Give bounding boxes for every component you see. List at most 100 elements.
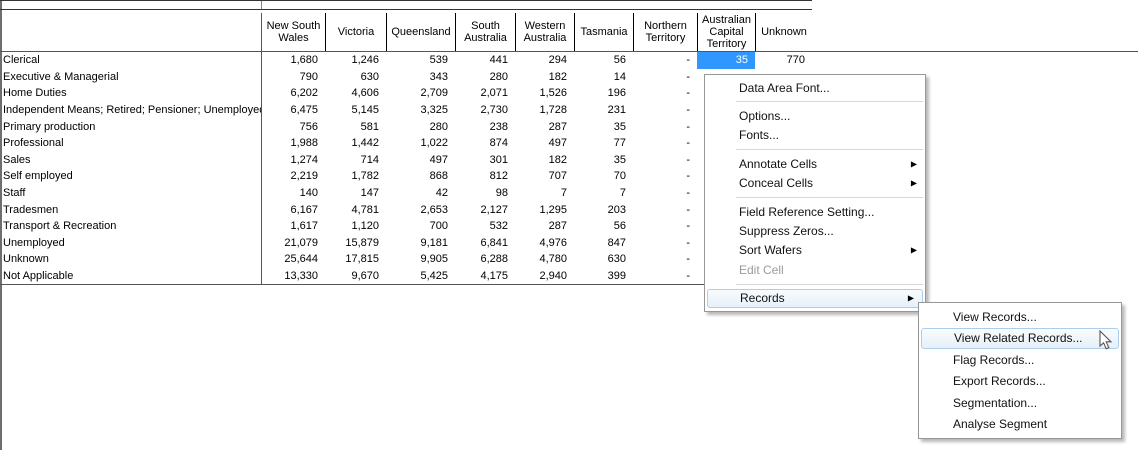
table-cell[interactable]: 9,905 — [386, 251, 455, 268]
table-cell[interactable]: 2,127 — [455, 201, 515, 218]
table-cell[interactable]: - — [633, 218, 697, 235]
row-label[interactable]: Staff — [0, 185, 262, 202]
column-header[interactable]: South Australia — [455, 13, 515, 51]
table-cell[interactable]: 9,670 — [325, 268, 386, 285]
table-cell[interactable]: 25,644 — [262, 251, 325, 268]
column-header[interactable]: Northern Territory — [633, 13, 697, 51]
table-cell[interactable]: - — [633, 135, 697, 152]
table-cell[interactable]: 812 — [455, 168, 515, 185]
table-cell[interactable]: - — [633, 152, 697, 169]
menu-item[interactable]: Conceal Cells▶ — [705, 174, 925, 193]
table-cell[interactable]: 2,940 — [515, 268, 574, 285]
menu-item[interactable]: Suppress Zeros... — [705, 221, 925, 240]
table-cell[interactable]: 13,330 — [262, 268, 325, 285]
menu-item[interactable]: Annotate Cells▶ — [705, 154, 925, 173]
table-cell[interactable]: 6,167 — [262, 201, 325, 218]
table-cell[interactable]: 287 — [515, 218, 574, 235]
table-cell[interactable]: - — [633, 118, 697, 135]
table-cell[interactable]: 5,145 — [325, 102, 386, 119]
table-cell[interactable]: 770 — [755, 52, 812, 69]
table-cell[interactable]: 1,022 — [386, 135, 455, 152]
table-cell[interactable]: 874 — [455, 135, 515, 152]
table-cell[interactable]: 196 — [574, 85, 633, 102]
menu-item[interactable]: Options... — [705, 106, 925, 125]
table-cell[interactable]: 280 — [455, 69, 515, 86]
table-cell[interactable]: 756 — [262, 118, 325, 135]
menu-item[interactable]: Field Reference Setting... — [705, 202, 925, 221]
table-cell[interactable]: 238 — [455, 118, 515, 135]
table-cell[interactable]: - — [633, 52, 697, 69]
table-cell[interactable]: - — [633, 69, 697, 86]
table-cell[interactable]: 21,079 — [262, 235, 325, 252]
table-cell[interactable]: 3,325 — [386, 102, 455, 119]
table-cell[interactable]: 868 — [386, 168, 455, 185]
table-cell[interactable]: 6,475 — [262, 102, 325, 119]
table-cell[interactable]: 35 — [574, 118, 633, 135]
table-cell[interactable]: 1,526 — [515, 85, 574, 102]
table-cell[interactable]: 630 — [325, 69, 386, 86]
column-header[interactable]: Unknown — [755, 13, 812, 51]
table-cell[interactable]: - — [633, 185, 697, 202]
table-cell[interactable]: - — [633, 85, 697, 102]
table-cell[interactable]: 399 — [574, 268, 633, 285]
table-cell[interactable]: 2,730 — [455, 102, 515, 119]
table-cell[interactable]: 441 — [455, 52, 515, 69]
row-label[interactable]: Unknown — [0, 251, 262, 268]
table-cell[interactable]: 630 — [574, 251, 633, 268]
table-cell[interactable]: 1,274 — [262, 152, 325, 169]
table-cell[interactable]: 35 — [574, 152, 633, 169]
table-cell[interactable]: 14 — [574, 69, 633, 86]
table-cell[interactable]: - — [633, 251, 697, 268]
column-header[interactable]: Queensland — [386, 13, 455, 51]
column-header[interactable]: Western Australia — [515, 13, 574, 51]
row-label[interactable]: Sales — [0, 152, 262, 169]
table-cell[interactable]: 42 — [386, 185, 455, 202]
table-cell[interactable]: 182 — [515, 152, 574, 169]
table-cell[interactable]: 847 — [574, 235, 633, 252]
table-cell[interactable]: 707 — [515, 168, 574, 185]
table-cell[interactable]: 231 — [574, 102, 633, 119]
table-cell[interactable]: 140 — [262, 185, 325, 202]
table-cell[interactable]: 294 — [515, 52, 574, 69]
table-cell[interactable]: 5,425 — [386, 268, 455, 285]
menu-item[interactable]: Analyse Segment — [919, 414, 1121, 436]
row-label[interactable]: Not Applicable — [0, 268, 262, 285]
table-cell[interactable]: 581 — [325, 118, 386, 135]
table-cell[interactable]: - — [633, 268, 697, 285]
table-cell[interactable]: - — [633, 168, 697, 185]
table-cell[interactable]: 2,071 — [455, 85, 515, 102]
table-cell[interactable]: 1,295 — [515, 201, 574, 218]
table-cell[interactable]: 4,780 — [515, 251, 574, 268]
table-cell[interactable]: 9,181 — [386, 235, 455, 252]
menu-item[interactable]: Records▶ — [707, 289, 923, 308]
menu-item[interactable]: Flag Records... — [919, 349, 1121, 371]
table-cell[interactable]: 1,617 — [262, 218, 325, 235]
table-cell[interactable]: 6,202 — [262, 85, 325, 102]
table-cell[interactable]: 56 — [574, 218, 633, 235]
row-label[interactable]: Independent Means; Retired; Pensioner; U… — [0, 102, 262, 119]
row-label[interactable]: Tradesmen — [0, 201, 262, 218]
table-cell[interactable]: 497 — [386, 152, 455, 169]
table-cell[interactable]: 287 — [515, 118, 574, 135]
table-cell[interactable]: - — [633, 102, 697, 119]
table-cell[interactable]: 497 — [515, 135, 574, 152]
table-cell[interactable]: 2,653 — [386, 201, 455, 218]
table-cell[interactable]: 1,680 — [262, 52, 325, 69]
table-cell[interactable]: 1,728 — [515, 102, 574, 119]
table-cell[interactable]: 15,879 — [325, 235, 386, 252]
table-cell[interactable]: 790 — [262, 69, 325, 86]
row-label[interactable]: Home Duties — [0, 85, 262, 102]
table-cell[interactable]: - — [633, 235, 697, 252]
table-cell[interactable]: 301 — [455, 152, 515, 169]
table-cell[interactable]: 7 — [515, 185, 574, 202]
table-cell[interactable]: 4,976 — [515, 235, 574, 252]
menu-item[interactable]: View Records... — [919, 306, 1121, 328]
row-label[interactable]: Clerical — [0, 52, 262, 69]
table-cell[interactable]: 147 — [325, 185, 386, 202]
row-label[interactable]: Primary production — [0, 118, 262, 135]
row-label[interactable]: Professional — [0, 135, 262, 152]
table-cell[interactable]: 4,606 — [325, 85, 386, 102]
column-header[interactable]: Australian Capital Territory — [697, 13, 755, 51]
table-cell[interactable]: 4,781 — [325, 201, 386, 218]
table-cell[interactable]: 7 — [574, 185, 633, 202]
